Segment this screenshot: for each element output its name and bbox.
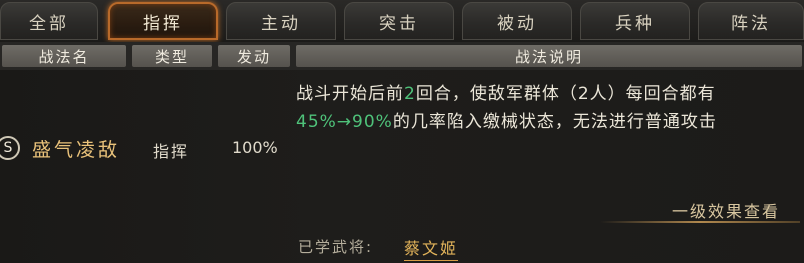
skill-type: 指挥: [153, 142, 190, 161]
description-text: 的几率陷入缴械状态，无法进行普通攻击: [392, 112, 717, 132]
column-header-rate[interactable]: 发动: [218, 45, 290, 67]
learned-generals-label: 已学武将:: [298, 238, 374, 256]
skill-rate: 100%: [232, 138, 278, 157]
chance-range: 45%→90%: [296, 112, 393, 132]
level-one-effect-link[interactable]: 一级效果查看: [672, 198, 780, 222]
column-header-description: 战法说明: [296, 45, 802, 67]
description-text: 回合，使敌军群体（2人）每回合都有: [415, 84, 716, 104]
learned-general-link[interactable]: 蔡文姬: [404, 235, 459, 261]
skill-description: 战斗开始后前2回合，使敌军群体（2人）每回合都有 45%→90%的几率陷入缴械状…: [296, 80, 796, 136]
column-header-name[interactable]: 战法名: [2, 45, 126, 67]
tab-troop-type[interactable]: 兵种: [580, 2, 690, 40]
tab-command[interactable]: 指挥: [108, 2, 218, 40]
link-underline: [600, 221, 800, 223]
tab-all[interactable]: 全部: [0, 2, 98, 40]
tab-bar: 全部 指挥 主动 突击 被动 兵种 阵法: [0, 0, 804, 42]
description-text: 战斗开始后前: [296, 84, 404, 104]
tab-assault[interactable]: 突击: [344, 2, 454, 40]
skill-name: 盛气凌敌: [32, 139, 121, 161]
description-line-2: 45%→90%的几率陷入缴械状态，无法进行普通攻击: [296, 108, 796, 136]
rounds-value: 2: [404, 84, 416, 104]
table-header: 战法名 类型 发动 战法说明: [0, 42, 804, 70]
tab-passive[interactable]: 被动: [462, 2, 572, 40]
tab-formation[interactable]: 阵法: [698, 2, 804, 40]
description-line-1: 战斗开始后前2回合，使敌军群体（2人）每回合都有: [296, 80, 796, 108]
tab-active[interactable]: 主动: [226, 2, 336, 40]
column-header-type[interactable]: 类型: [132, 45, 212, 67]
